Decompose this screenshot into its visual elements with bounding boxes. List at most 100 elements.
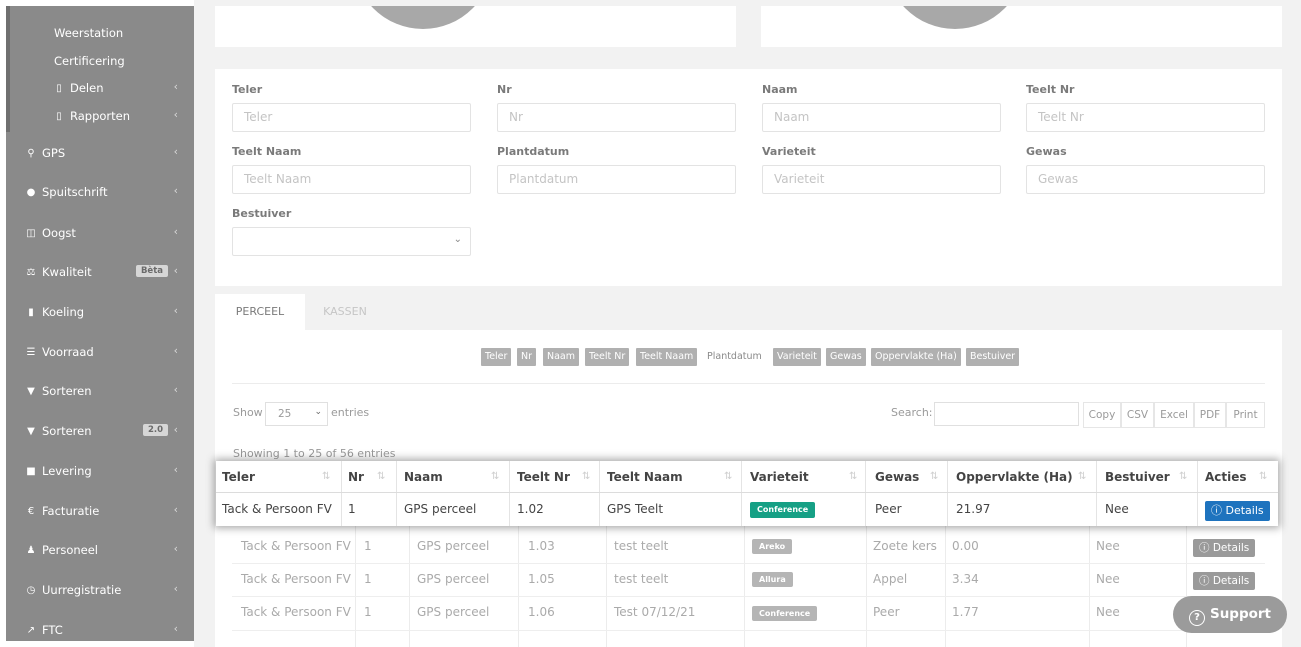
teler-input[interactable]: Teler bbox=[232, 103, 471, 132]
copy-button[interactable]: Copy bbox=[1083, 402, 1121, 428]
page-length-select[interactable]: 25 ⌄ bbox=[265, 402, 328, 426]
cell-teler: Tack & Persoon FV bbox=[241, 572, 351, 586]
details-button[interactable]: ⓘ Details bbox=[1193, 539, 1256, 557]
header-divider bbox=[216, 492, 1278, 493]
sidebar-item-uurregistratie[interactable]: ◷ Uurregistratie ‹ bbox=[6, 578, 194, 602]
info-icon: ⓘ bbox=[1211, 504, 1226, 517]
column-toggle-teelt-nr[interactable]: Teelt Nr bbox=[585, 348, 630, 366]
sort-icon: ⇅ bbox=[1078, 471, 1087, 482]
col-header-oppervlakte[interactable]: Oppervlakte (Ha) bbox=[956, 470, 1073, 484]
bestuiver-select[interactable]: ⌄ bbox=[232, 227, 471, 256]
clock-icon: ◷ bbox=[26, 584, 36, 596]
sidebar-item-delen[interactable]: ▯ Delen ‹ bbox=[6, 76, 194, 100]
chevron-left-icon: ‹ bbox=[173, 423, 178, 436]
column-toggle-bestuiver[interactable]: Bestuiver bbox=[966, 348, 1020, 366]
column-divider bbox=[865, 461, 866, 526]
support-button[interactable]: ? Support bbox=[1173, 596, 1287, 633]
cell-nr: 1 bbox=[364, 539, 372, 553]
sidebar-item-facturatie[interactable]: € Facturatie ‹ bbox=[6, 499, 194, 523]
tab-perceel[interactable]: PERCEEL bbox=[215, 294, 305, 330]
sidebar-item-sorteren[interactable]: ▼ Sorteren ‹ bbox=[6, 379, 194, 403]
chevron-left-icon: ‹ bbox=[173, 344, 178, 357]
column-toggle-gewas[interactable]: Gewas bbox=[826, 348, 866, 366]
cell-gewas: Zoete kers bbox=[873, 539, 937, 553]
gewas-input[interactable]: Gewas bbox=[1026, 165, 1265, 194]
sidebar-item-personeel[interactable]: ♟ Personeel ‹ bbox=[6, 538, 194, 562]
sidebar-item-label: Oogst bbox=[42, 226, 76, 240]
sidebar-item-rapporten[interactable]: ▯ Rapporten ‹ bbox=[6, 104, 194, 128]
table-column-divider bbox=[355, 526, 356, 647]
cell-teelt-nr: 1.02 bbox=[517, 502, 544, 516]
filter-label-gewas: Gewas bbox=[1026, 145, 1067, 158]
sidebar-item-spuitschrift[interactable]: ● Spuitschrift ‹ bbox=[6, 180, 194, 204]
divider bbox=[232, 383, 1265, 384]
col-header-teelt-naam[interactable]: Teelt Naam bbox=[607, 470, 683, 484]
cell-teelt-naam: test teelt bbox=[614, 539, 669, 553]
excel-button[interactable]: Excel bbox=[1154, 402, 1194, 428]
varieteit-placeholder: Varieteit bbox=[774, 172, 825, 186]
col-header-varieteit[interactable]: Varieteit bbox=[750, 470, 809, 484]
teelt-nr-input[interactable]: Teelt Nr bbox=[1026, 103, 1265, 132]
col-header-teler[interactable]: Teler bbox=[222, 470, 255, 484]
sort-icon: ⇅ bbox=[849, 471, 858, 482]
naam-input[interactable]: Naam bbox=[762, 103, 1001, 132]
filter-label-teelt-nr: Teelt Nr bbox=[1026, 83, 1075, 96]
print-button[interactable]: Print bbox=[1226, 402, 1265, 428]
column-divider bbox=[509, 461, 510, 526]
sidebar-item-voorraad[interactable]: ☰ Voorraad ‹ bbox=[6, 340, 194, 364]
sort-icon: ⇅ bbox=[930, 471, 939, 482]
plantdatum-input[interactable]: Plantdatum bbox=[497, 165, 736, 194]
col-header-naam[interactable]: Naam bbox=[404, 470, 443, 484]
search-input[interactable] bbox=[934, 402, 1079, 426]
column-toggle-plantdatum[interactable]: Plantdatum bbox=[703, 348, 766, 366]
chevron-left-icon: ‹ bbox=[173, 225, 178, 238]
table-column-divider bbox=[866, 526, 867, 647]
sidebar-item-ftc[interactable]: ↗ FTC ‹ bbox=[6, 618, 194, 641]
col-header-gewas[interactable]: Gewas bbox=[875, 470, 919, 484]
column-divider bbox=[599, 461, 600, 526]
column-toggle-varieteit[interactable]: Varieteit bbox=[773, 348, 821, 366]
sidebar-item-kwaliteit[interactable]: ⚖ Kwaliteit Bèta ‹ bbox=[6, 260, 194, 284]
nr-input[interactable]: Nr bbox=[497, 103, 736, 132]
csv-button[interactable]: CSV bbox=[1121, 402, 1154, 428]
varieteit-input[interactable]: Varieteit bbox=[762, 165, 1001, 194]
pdf-button[interactable]: PDF bbox=[1194, 402, 1226, 428]
sidebar-item-label: Levering bbox=[42, 464, 92, 478]
column-toggle-nr[interactable]: Nr bbox=[517, 348, 537, 366]
row-divider bbox=[232, 630, 1265, 631]
sidebar-item-gps[interactable]: ⚲ GPS ‹ bbox=[6, 141, 194, 165]
sidebar-item-oogst[interactable]: ◫ Oogst ‹ bbox=[6, 221, 194, 245]
chevron-left-icon: ‹ bbox=[173, 383, 178, 396]
sidebar-item-certificering[interactable]: Certificering bbox=[6, 49, 194, 73]
sidebar-item-sorteren-2[interactable]: ▼ Sorteren 2.0 ‹ bbox=[6, 419, 194, 443]
gewas-placeholder: Gewas bbox=[1038, 172, 1079, 186]
column-toggle-teelt-naam[interactable]: Teelt Naam bbox=[636, 348, 698, 366]
row-divider bbox=[232, 563, 1265, 564]
sidebar-item-weerstation[interactable]: Weerstation bbox=[6, 21, 194, 45]
column-toggle-oppervlakte[interactable]: Oppervlakte (Ha) bbox=[871, 348, 961, 366]
column-toggle-teler[interactable]: Teler bbox=[481, 348, 512, 366]
col-header-nr[interactable]: Nr bbox=[348, 470, 364, 484]
tab-kassen[interactable]: KASSEN bbox=[305, 294, 385, 330]
varieteit-badge: Areko bbox=[752, 539, 793, 554]
filter-label-teelt-naam: Teelt Naam bbox=[232, 145, 302, 158]
column-toggle-naam[interactable]: Naam bbox=[543, 348, 580, 366]
row-divider bbox=[232, 596, 1265, 597]
col-header-teelt-nr[interactable]: Teelt Nr bbox=[517, 470, 570, 484]
sort-icon: ⇅ bbox=[724, 471, 733, 482]
col-header-acties[interactable]: Acties bbox=[1205, 470, 1247, 484]
sidebar-item-label: FTC bbox=[42, 623, 63, 637]
details-button[interactable]: ⓘ Details bbox=[1205, 501, 1270, 521]
col-header-bestuiver[interactable]: Bestuiver bbox=[1105, 470, 1170, 484]
sort-icon: ⇅ bbox=[1259, 471, 1268, 482]
filter-icon: ▼ bbox=[27, 385, 35, 397]
sidebar-item-koeling[interactable]: ▮ Koeling ‹ bbox=[6, 300, 194, 324]
sidebar-item-levering[interactable]: ■ Levering ‹ bbox=[6, 459, 194, 483]
sidebar-item-label: Personeel bbox=[42, 543, 98, 557]
details-button[interactable]: ⓘ Details bbox=[1193, 572, 1256, 590]
column-divider bbox=[1197, 461, 1198, 526]
teelt-naam-input[interactable]: Teelt Naam bbox=[232, 165, 471, 194]
details-button-label: Details bbox=[1225, 504, 1264, 517]
cell-bestuiver: Nee bbox=[1096, 572, 1120, 586]
cell-bestuiver: Nee bbox=[1096, 539, 1120, 553]
